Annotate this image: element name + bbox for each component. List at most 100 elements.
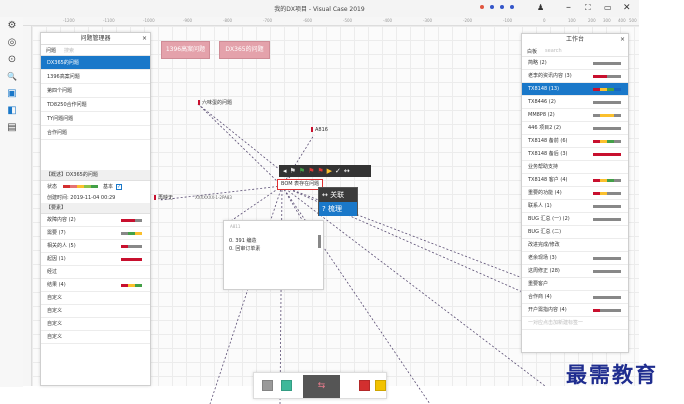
play-icon[interactable]: ▶ [327, 166, 332, 176]
flag-icon[interactable]: ⚑ [317, 166, 323, 176]
color-bar [607, 270, 614, 273]
color-bars [593, 75, 621, 78]
color-swatch[interactable] [281, 380, 292, 391]
workbench-row-label: 重要客户 [528, 281, 549, 287]
workbench-row[interactable]: 重要的功能 (4) [522, 187, 628, 200]
flag-icon[interactable]: ⚑ [299, 166, 305, 176]
chart-icon[interactable]: ▤ [6, 122, 18, 134]
tag-row[interactable]: 自定义 [41, 292, 150, 305]
gear-icon[interactable]: ⚙ [6, 20, 18, 32]
problem-chip-1396[interactable]: 1396高案问题 [161, 41, 210, 59]
workbench-row[interactable]: 老李的资讯内容 (3) [522, 70, 628, 83]
canvas-node[interactable]: XXXXXXX-1-2PA83 [195, 195, 232, 200]
workbench-row[interactable]: TX8148 备前 (6) [522, 135, 628, 148]
workbench-row[interactable]: 开户需指内容 (4) [522, 304, 628, 317]
problem-list-item[interactable]: DX365的问题 [41, 56, 150, 70]
workbench-row[interactable]: 重要客户 [522, 278, 628, 291]
workbench-row[interactable]: 业务帮助支持 [522, 161, 628, 174]
canvas-node[interactable]: 再映无 [154, 194, 173, 201]
color-bar [600, 101, 607, 104]
link-icon[interactable]: ↔ [344, 166, 350, 176]
maximize-button[interactable]: ⛶ [585, 2, 591, 14]
flag-icon[interactable]: ⚑ [308, 166, 314, 176]
color-bar [614, 257, 621, 260]
color-swatch[interactable] [359, 380, 370, 391]
compass-icon[interactable]: ◎ [6, 37, 18, 49]
tab-search[interactable]: search [545, 48, 562, 54]
workbench-row[interactable]: 446 项目2 (2) [522, 122, 628, 135]
problem-list-item[interactable]: 1396高案问题 [41, 70, 150, 84]
workbench-row[interactable]: TX8446 (2) [522, 96, 628, 109]
tag-row[interactable]: 故障内容 (2) [41, 214, 150, 227]
check-icon[interactable]: ✓ [335, 166, 341, 176]
problem-list-item[interactable]: TY问题问题 [41, 112, 150, 126]
color-bar [593, 309, 600, 312]
tag-row[interactable]: 自定义 [41, 305, 150, 318]
workbench-row-label: TX8148 备后 (3) [528, 151, 568, 157]
tag-row[interactable]: 自定义 [41, 318, 150, 331]
problem-list-item[interactable]: 合作问题 [41, 126, 150, 140]
problem-chip-dx365[interactable]: DX365的问题 [219, 41, 270, 59]
color-bar [593, 140, 600, 143]
tag-row[interactable]: 相关的人 (5) [41, 240, 150, 253]
tag-label: 自定义 [47, 321, 63, 327]
workbench-row[interactable]: BUG 汇总 (二) [522, 226, 628, 239]
workbench-row[interactable]: 简略 (2) [522, 57, 628, 70]
node-label: BOM 表存在问题 [281, 181, 320, 187]
color-swatch[interactable] [262, 380, 273, 391]
status-bars [63, 185, 99, 188]
layers-icon[interactable]: ▣ [6, 88, 18, 100]
workbench-row[interactable]: 改进完成/修改 [522, 239, 628, 252]
workbench-row[interactable]: BUG 汇总 (一) (2) [522, 213, 628, 226]
tab-problems[interactable]: 问题 [46, 47, 56, 54]
close-icon[interactable]: × [142, 33, 147, 45]
problem-list-item[interactable]: TD8250合作问题 [41, 98, 150, 112]
color-bar [607, 179, 614, 182]
tag-row[interactable]: 经过 [41, 266, 150, 279]
color-bar [135, 284, 142, 287]
minimize-button[interactable]: – [566, 2, 571, 14]
menu-item-relate[interactable]: ↔ 关联 [319, 188, 357, 202]
color-bar [593, 62, 600, 65]
workbench-row[interactable]: 合作商 (4) [522, 291, 628, 304]
tag-row[interactable]: 起因 (1) [41, 253, 150, 266]
close-icon[interactable]: × [620, 34, 625, 46]
note-scrollbar[interactable] [318, 235, 321, 248]
status-row: 状态 基本 ✓ [41, 181, 150, 192]
workbench-row[interactable]: TX8148 客户 (4) [522, 174, 628, 187]
tab-whiteboard[interactable]: 白板 [527, 48, 537, 55]
canvas-node[interactable]: A816 [311, 127, 328, 133]
canvas-node[interactable]: 六味蛋的问题 [198, 99, 232, 106]
workbench-row[interactable]: TX8148 备后 (3) [522, 148, 628, 161]
target-icon[interactable]: ⊙ [6, 54, 18, 66]
workbench-row[interactable]: TX8148 (13) [522, 83, 628, 96]
workbench-row[interactable]: 联系人 (1) [522, 200, 628, 213]
workbench-row[interactable]: 这周修正 (28) [522, 265, 628, 278]
restore-button[interactable]: ▭ [604, 2, 612, 14]
tag-row[interactable]: 自定义 [41, 331, 150, 344]
color-bars [121, 219, 142, 222]
color-bar [600, 127, 607, 130]
selected-node[interactable]: BOM 表存在问题 [277, 179, 324, 190]
workbench-row[interactable]: 一对应点击加新建标签一 [522, 317, 628, 330]
back-icon[interactable]: ◂ [283, 166, 287, 176]
close-button[interactable]: ✕ [623, 2, 631, 14]
basic-checkbox[interactable]: ✓ [116, 183, 123, 190]
workbench-row[interactable]: 老余现场 (3) [522, 252, 628, 265]
tag-row[interactable]: 需要 (7) [41, 227, 150, 240]
workbench-row[interactable]: MM8P8 (2) [522, 109, 628, 122]
tag-row[interactable]: 结果 (4) [41, 279, 150, 292]
tab-search[interactable]: 搜索 [64, 47, 74, 54]
menu-item-organize[interactable]: ? 梳理 [319, 202, 357, 216]
folder-icon[interactable]: ◧ [6, 105, 18, 117]
color-bars [593, 309, 621, 312]
user-icon[interactable]: ♟ [537, 2, 544, 14]
note-card[interactable]: A811 0. 391 编造 0. 回审订单素 [223, 220, 324, 290]
flag-icon[interactable]: ⚑ [290, 166, 296, 176]
problem-list-item[interactable]: 第四个问题 [41, 84, 150, 98]
search-icon[interactable]: 🔍 [6, 71, 18, 83]
color-swatch[interactable] [375, 380, 386, 391]
color-bar [614, 114, 621, 117]
swap-icon[interactable]: ⇆ [303, 375, 340, 398]
